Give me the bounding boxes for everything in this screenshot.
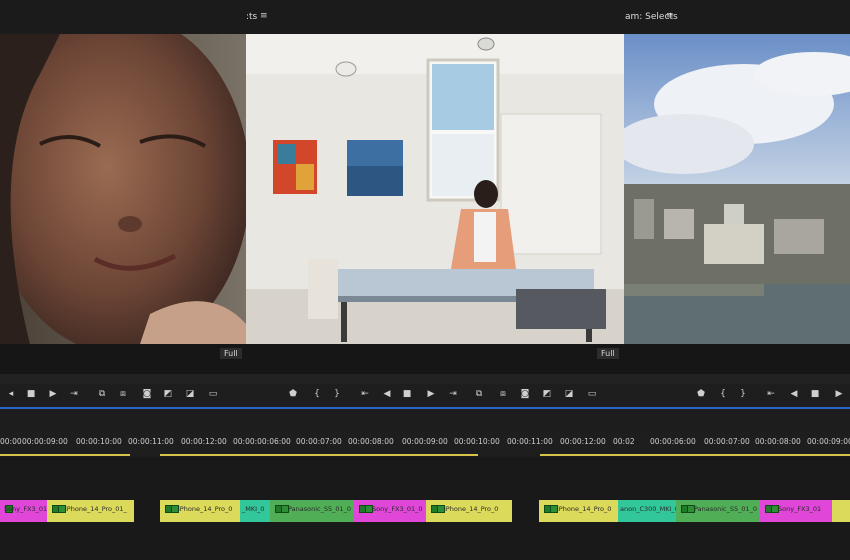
camera-icon[interactable]: ◙ (518, 387, 532, 401)
step-forward-icon[interactable]: ▶ (46, 387, 60, 401)
timeline-clip[interactable]: _MKI_0 (240, 500, 270, 522)
timeline-clip[interactable]: anon_C300_MKI_0 (618, 500, 676, 522)
work-area-bar[interactable] (0, 454, 130, 456)
resolution-dropdown[interactable]: Full (220, 348, 242, 359)
play-icon[interactable]: ▶ (424, 387, 438, 401)
timecode-label: 00:00:09:00 (807, 437, 850, 446)
timeline-clip[interactable]: Sony_FX3_01 (760, 500, 832, 522)
timecode-label: 00:00:00:06:00 (233, 437, 291, 446)
extract-icon[interactable]: ◪ (562, 387, 576, 401)
marker-icon[interactable]: ⬟ (694, 387, 708, 401)
mark-out-icon[interactable]: } (330, 387, 344, 401)
go-in-icon[interactable]: ◂ (4, 387, 18, 401)
panel-divider (0, 407, 850, 409)
go-in-icon[interactable]: ⇤ (764, 387, 778, 401)
extract-icon[interactable]: ◪ (183, 387, 197, 401)
work-area-bar[interactable] (540, 454, 850, 456)
source-monitor-frame (246, 34, 624, 344)
play-icon[interactable]: ▶ (832, 387, 846, 401)
timecode-label: 00:00 (0, 437, 22, 446)
timecode-label: 00:00:12:00 (181, 437, 227, 446)
timecode-label: 00:00:07:00 (704, 437, 750, 446)
go-in-icon[interactable]: ⇤ (358, 387, 372, 401)
step-back-icon[interactable]: ◀ (380, 387, 394, 401)
timecode-label: 00:00:07:00 (296, 437, 342, 446)
lift-icon[interactable]: ◩ (161, 387, 175, 401)
go-out-icon[interactable]: ⇥ (67, 387, 81, 401)
monitor-scrubber[interactable] (0, 374, 850, 384)
stop-icon[interactable]: ■ (24, 387, 38, 401)
timeline-clip[interactable]: Panasonic_S5_01_0 (676, 500, 760, 522)
timecode-label: 00:00:10:00 (76, 437, 122, 446)
mark-in-icon[interactable]: { (716, 387, 730, 401)
settings-icon[interactable]: ▭ (585, 387, 599, 401)
timecode-label: 00:00:08:00 (348, 437, 394, 446)
program-monitor-frame (624, 34, 850, 344)
go-out-icon[interactable]: ⇥ (446, 387, 460, 401)
timecode-label: 00:00:09:00 (22, 437, 68, 446)
timeline-clip[interactable]: iPhone_14_Pro_0 (160, 500, 240, 522)
marker-icon[interactable]: ⬟ (286, 387, 300, 401)
timecode-label: 00:02 (613, 437, 635, 446)
resolution-dropdown[interactable]: Full (597, 348, 619, 359)
timeline-clip[interactable]: iPhone_14_Pro_0 (539, 500, 618, 522)
source-panel-title[interactable]: :ts (246, 12, 257, 22)
timeline-clip[interactable]: Panasonic_S5_01_0 (270, 500, 354, 522)
timecode-label: 00:00:12:00 (560, 437, 606, 446)
overwrite-icon[interactable]: ⧈ (116, 387, 130, 401)
timeline-clip[interactable]: iPhone_14_Pro_0 (426, 500, 512, 522)
camera-icon[interactable]: ◙ (140, 387, 154, 401)
lift-icon[interactable]: ◩ (540, 387, 554, 401)
mark-in-icon[interactable]: { (310, 387, 324, 401)
stop-icon[interactable]: ■ (400, 387, 414, 401)
timeline-clip[interactable]: Sony_FX3_01_0 (354, 500, 426, 522)
timeline-clip[interactable]: Sony_FX3_01_ (0, 500, 47, 522)
overwrite-icon[interactable]: ⧈ (496, 387, 510, 401)
panel-menu-icon[interactable]: ≡ (260, 11, 268, 21)
step-back-icon[interactable]: ◀ (787, 387, 801, 401)
insert-icon[interactable]: ⧉ (472, 387, 486, 401)
work-area-bar[interactable] (160, 454, 478, 456)
timeline-clip[interactable] (832, 500, 850, 522)
timeline-clip[interactable]: iPhone_14_Pro_01_ (47, 500, 134, 522)
mark-out-icon[interactable]: } (736, 387, 750, 401)
timecode-label: 00:00:06:00 (650, 437, 696, 446)
timecode-label: 00:00:11:00 (128, 437, 174, 446)
timecode-label: 00:00:11:00 (507, 437, 553, 446)
settings-icon[interactable]: ▭ (206, 387, 220, 401)
left-monitor-frame (0, 34, 246, 344)
timecode-label: 00:00:10:00 (454, 437, 500, 446)
timecode-label: 00:00:09:00 (402, 437, 448, 446)
panel-menu-icon[interactable]: ≡ (666, 11, 674, 21)
timecode-label: 00:00:08:00 (755, 437, 801, 446)
insert-icon[interactable]: ⧉ (95, 387, 109, 401)
panel-header-bar (0, 0, 850, 34)
monitor-controls-area (0, 344, 850, 374)
stop-icon[interactable]: ■ (808, 387, 822, 401)
